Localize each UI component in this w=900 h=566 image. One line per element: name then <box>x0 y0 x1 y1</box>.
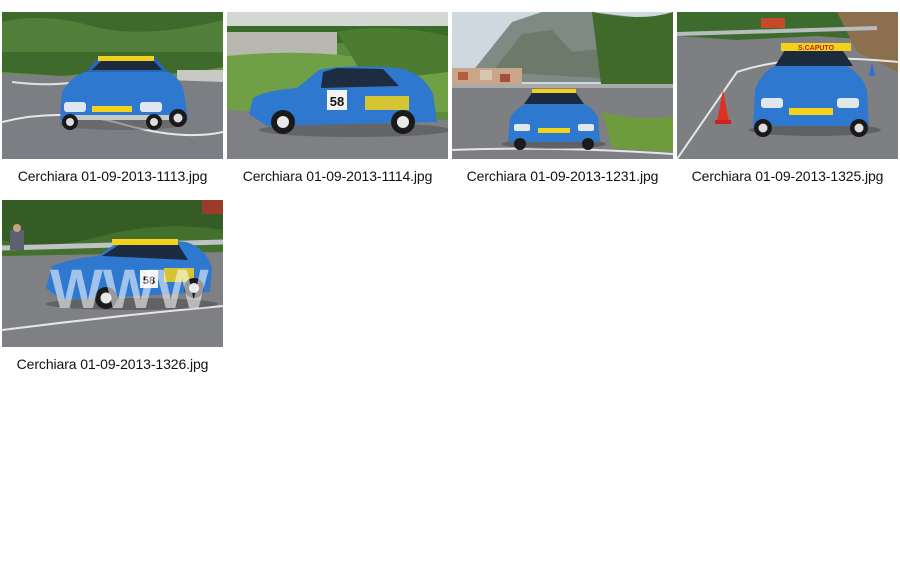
thumbnail-gallery: Cerchiara 01-09-2013-1113.jpg 58 Cerchia… <box>0 0 900 566</box>
thumbnail-item[interactable]: Cerchiara 01-09-2013-1113.jpg <box>2 12 223 184</box>
windscreen-banner: S.CAPUTO <box>798 45 835 52</box>
photo-thumbnail[interactable] <box>2 12 223 159</box>
photo-filename[interactable]: Cerchiara 01-09-2013-1325.jpg <box>677 168 898 184</box>
photo-filename[interactable]: Cerchiara 01-09-2013-1114.jpg <box>227 168 448 184</box>
watermark-text: WWW <box>50 257 209 320</box>
thumbnail-item[interactable]: 58 WWW Cerchiara 01-09-2013-1326.jpg <box>2 200 223 372</box>
photo-thumbnail[interactable]: 58 WWW <box>2 200 223 347</box>
photo-filename[interactable]: Cerchiara 01-09-2013-1231.jpg <box>452 168 673 184</box>
photo-thumbnail[interactable]: 58 <box>227 12 448 159</box>
thumbnail-item[interactable]: Cerchiara 01-09-2013-1231.jpg <box>452 12 673 184</box>
thumbnail-item[interactable]: 58 Cerchiara 01-09-2013-1114.jpg <box>227 12 448 184</box>
race-number: 58 <box>330 94 344 109</box>
thumbnail-item[interactable]: S.CAPUTO Cerchiara 01-09-2013-1325.jpg <box>677 12 898 184</box>
photo-filename[interactable]: Cerchiara 01-09-2013-1326.jpg <box>2 356 223 372</box>
photo-filename[interactable]: Cerchiara 01-09-2013-1113.jpg <box>2 168 223 184</box>
photo-thumbnail[interactable] <box>452 12 673 159</box>
photo-thumbnail[interactable]: S.CAPUTO <box>677 12 898 159</box>
